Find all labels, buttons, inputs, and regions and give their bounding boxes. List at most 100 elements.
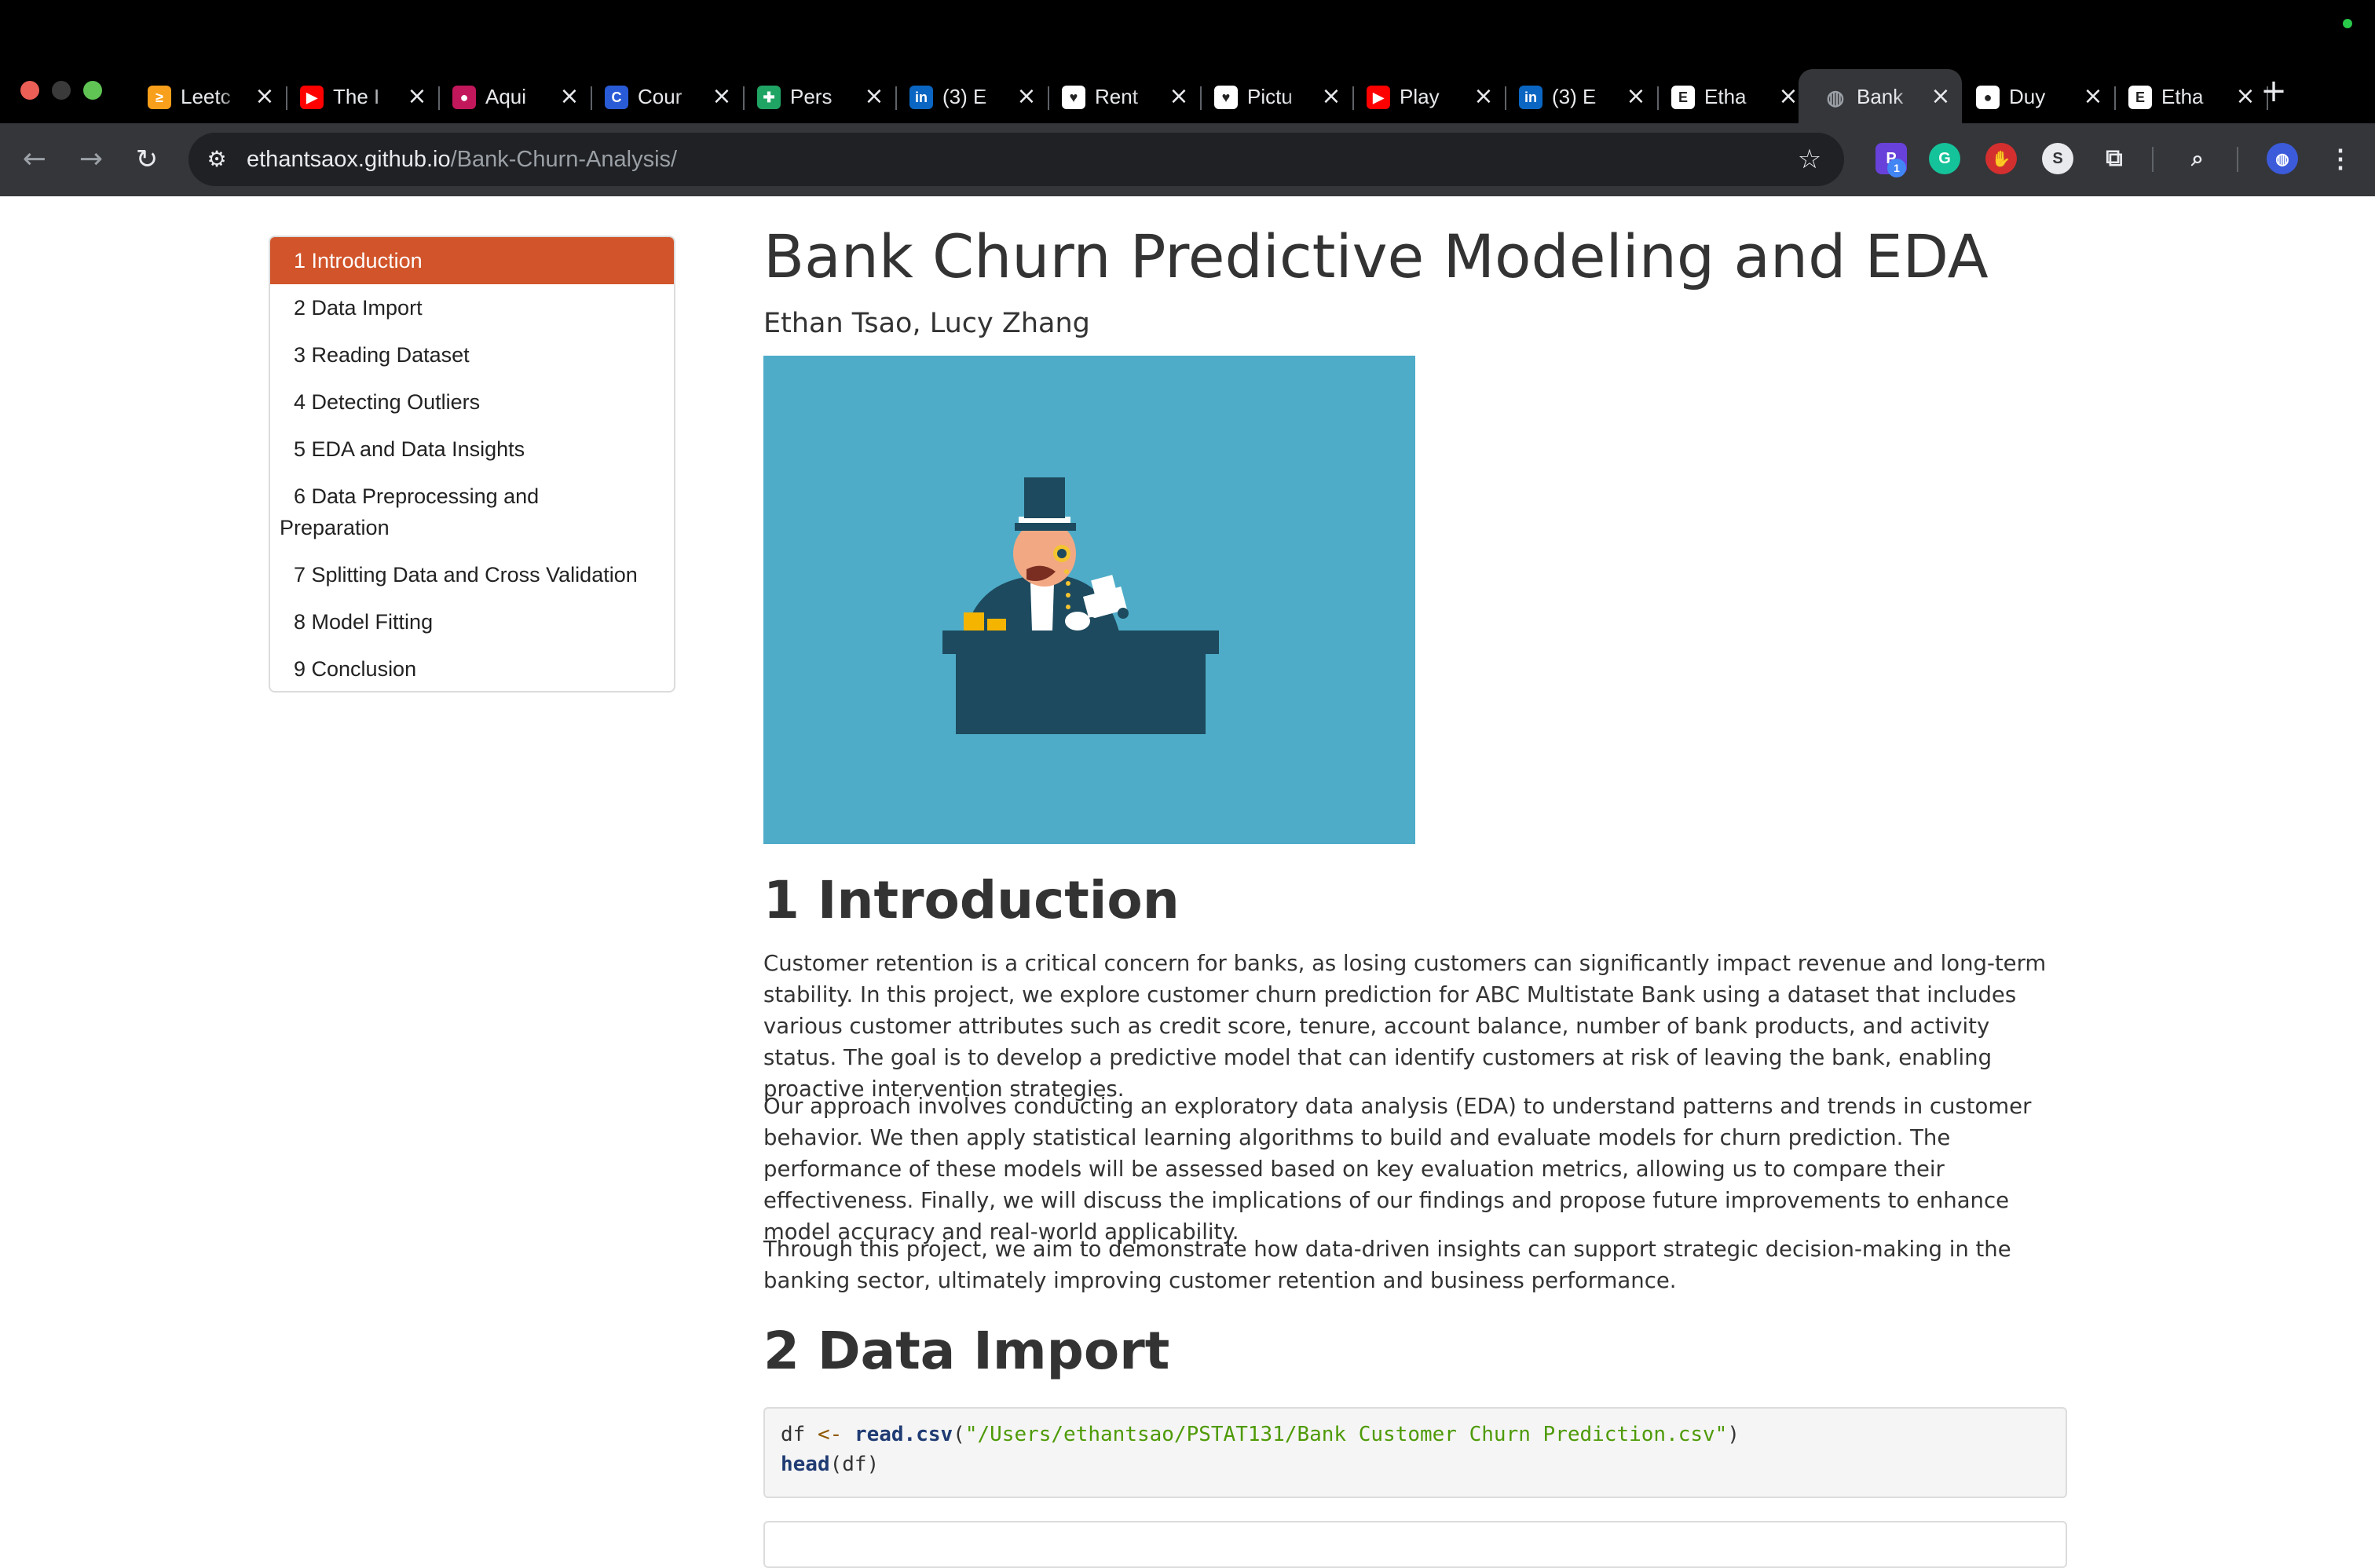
- window-maximize-button[interactable]: [83, 81, 102, 100]
- toc-item-reading-dataset[interactable]: 3 Reading Dataset: [270, 339, 674, 371]
- tab[interactable]: in (3) E ×: [895, 69, 1049, 124]
- back-arrow-icon[interactable]: ←: [16, 141, 53, 178]
- tab-title: Pictu: [1247, 85, 1293, 108]
- tab[interactable]: ♥ Pictu ×: [1200, 69, 1354, 124]
- profile-avatar[interactable]: ◍: [2267, 143, 2298, 174]
- tab-close-icon[interactable]: ×: [1623, 83, 1649, 110]
- tab-close-icon[interactable]: ×: [1470, 83, 1497, 110]
- browser-toolbar: ← → ↻ ⚙ ethantsaox.github.io/Bank-Churn-…: [0, 123, 2375, 196]
- camera-indicator-icon: [2343, 19, 2352, 28]
- extension-s-icon[interactable]: S: [2042, 143, 2073, 174]
- reload-icon[interactable]: ↻: [128, 141, 166, 178]
- banker-illustration: [763, 356, 1415, 844]
- tab-close-icon[interactable]: ×: [2080, 83, 2106, 110]
- intro-paragraph-2: Our approach involves conducting an expl…: [763, 1094, 2032, 1245]
- coursera-icon: C: [605, 86, 628, 109]
- tab-close-icon[interactable]: ×: [708, 83, 735, 110]
- tab-title: Aqui: [485, 85, 527, 108]
- url-text[interactable]: ethantsaox.github.io/Bank-Churn-Analysis…: [247, 144, 677, 175]
- tab[interactable]: ♥ Rent ×: [1048, 69, 1202, 124]
- tab[interactable]: C Cour ×: [591, 69, 745, 124]
- tab-title: Etha: [1704, 85, 1747, 108]
- toc-item-data-import[interactable]: 2 Data Import: [270, 292, 674, 323]
- intro-paragraph-3: Through this project, we aim to demonstr…: [763, 1237, 2011, 1293]
- github-icon: ●: [1976, 86, 2000, 109]
- tab-title: Play: [1400, 85, 1440, 108]
- tab-close-icon[interactable]: ×: [1166, 83, 1192, 110]
- tab-close-icon[interactable]: ×: [1927, 83, 1954, 110]
- window-minimize-button[interactable]: [52, 81, 71, 100]
- tab-close-icon[interactable]: ×: [861, 83, 887, 110]
- code-output-box: [763, 1521, 2067, 1568]
- tab-title: (3) E: [1552, 85, 1597, 108]
- tab-strip: ≥ Leetc × ▶ The I × ● Aqui × C Cour × ✚ Pers × in (3) E ×…: [0, 0, 2375, 124]
- banker-illustration-svg: [763, 356, 1415, 844]
- tab-title: The I: [333, 85, 380, 108]
- grammarly-icon[interactable]: G: [1929, 143, 1960, 174]
- tab[interactable]: ≥ Leetc ×: [134, 69, 287, 124]
- code-block[interactable]: df <- read.csv("/Users/ethantsao/PSTAT13…: [763, 1407, 2067, 1498]
- toc-item-detecting-outliers[interactable]: 4 Detecting Outliers: [270, 386, 674, 418]
- toc-item-eda[interactable]: 5 EDA and Data Insights: [270, 433, 674, 465]
- tab[interactable]: in (3) E ×: [1505, 69, 1659, 124]
- youtube-icon: ▶: [300, 86, 324, 109]
- globe-icon: ◍: [1826, 85, 1845, 109]
- aquila-icon: ●: [452, 86, 476, 109]
- extensions-puzzle-icon[interactable]: ⧉: [2099, 143, 2130, 174]
- tab-close-icon[interactable]: ×: [1775, 83, 1802, 110]
- doc-icon: ♥: [1214, 86, 1238, 109]
- doc-icon: ♥: [1062, 86, 1085, 109]
- tab-title: Bank: [1857, 85, 1904, 108]
- tab[interactable]: E Etha ×: [1657, 69, 1810, 124]
- toolbar-divider: [2237, 147, 2238, 172]
- leetcode-icon: ≥: [148, 86, 171, 109]
- tab-title: Rent: [1095, 85, 1138, 108]
- tab[interactable]: ▶ The I ×: [286, 69, 440, 124]
- e-icon: E: [1671, 86, 1695, 109]
- section-heading-data-import: 2 Data Import: [763, 1321, 1170, 1381]
- toc-item-splitting-data[interactable]: 7 Splitting Data and Cross Validation: [270, 559, 674, 590]
- e-icon: E: [2128, 86, 2152, 109]
- tab-title: Etha: [2161, 85, 2204, 108]
- tab-close-icon[interactable]: ×: [2232, 83, 2259, 110]
- linkedin-icon: in: [909, 86, 933, 109]
- youtube-icon: ▶: [1367, 86, 1390, 109]
- tab-title: (3) E: [942, 85, 987, 108]
- tab[interactable]: ✚ Pers ×: [743, 69, 897, 124]
- extension-badge: 1: [1887, 159, 1906, 177]
- authors: Ethan Tsao, Lucy Zhang: [763, 308, 1090, 339]
- tab-close-icon[interactable]: ×: [556, 83, 583, 110]
- table-of-contents: 1 Introduction 2 Data Import 3 Reading D…: [269, 236, 675, 693]
- toolbar-divider: [2152, 147, 2154, 172]
- tab-title: Duy: [2009, 85, 2046, 108]
- tab-title: Leetc: [181, 85, 231, 108]
- bookmark-star-icon[interactable]: ☆: [1794, 144, 1825, 175]
- linkedin-icon: in: [1519, 86, 1542, 109]
- tab-close-icon[interactable]: ×: [404, 83, 430, 110]
- site-info-icon[interactable]: ⚙: [203, 145, 231, 174]
- section-heading-introduction: 1 Introduction: [763, 870, 1180, 930]
- toc-item-conclusion[interactable]: 9 Conclusion: [270, 653, 674, 685]
- intro-paragraph-1: Customer retention is a critical concern…: [763, 951, 2047, 1102]
- tab-close-icon[interactable]: ×: [251, 83, 278, 110]
- tab-title: Pers: [790, 85, 833, 108]
- tab-title: Cour: [638, 85, 682, 108]
- tab[interactable]: ● Aqui ×: [438, 69, 592, 124]
- new-tab-button[interactable]: +: [2256, 73, 2292, 109]
- tab-close-icon[interactable]: ×: [1318, 83, 1345, 110]
- toc-item-introduction[interactable]: 1 Introduction: [270, 237, 674, 284]
- page-title: Bank Churn Predictive Modeling and EDA: [763, 221, 1989, 291]
- tab[interactable]: ● Duy ×: [1962, 69, 2116, 124]
- tab[interactable]: E Etha ×: [2114, 69, 2268, 124]
- tab-close-icon[interactable]: ×: [1013, 83, 1040, 110]
- toc-item-model-fitting[interactable]: 8 Model Fitting: [270, 606, 674, 638]
- window-close-button[interactable]: [20, 81, 39, 100]
- tab-search-icon[interactable]: ⌕: [2182, 143, 2213, 174]
- address-bar[interactable]: ⚙ ethantsaox.github.io/Bank-Churn-Analys…: [188, 133, 1844, 186]
- tab[interactable]: ◍ Bank ×: [1799, 69, 1962, 124]
- tab[interactable]: ▶ Play ×: [1352, 69, 1506, 124]
- stop-hand-icon[interactable]: ✋: [1985, 143, 2017, 174]
- forward-arrow-icon[interactable]: →: [72, 141, 110, 178]
- browser-menu-icon[interactable]: ⋮: [2325, 143, 2356, 174]
- toc-item-preprocessing[interactable]: 6 Data Preprocessing and Preparation: [270, 481, 600, 543]
